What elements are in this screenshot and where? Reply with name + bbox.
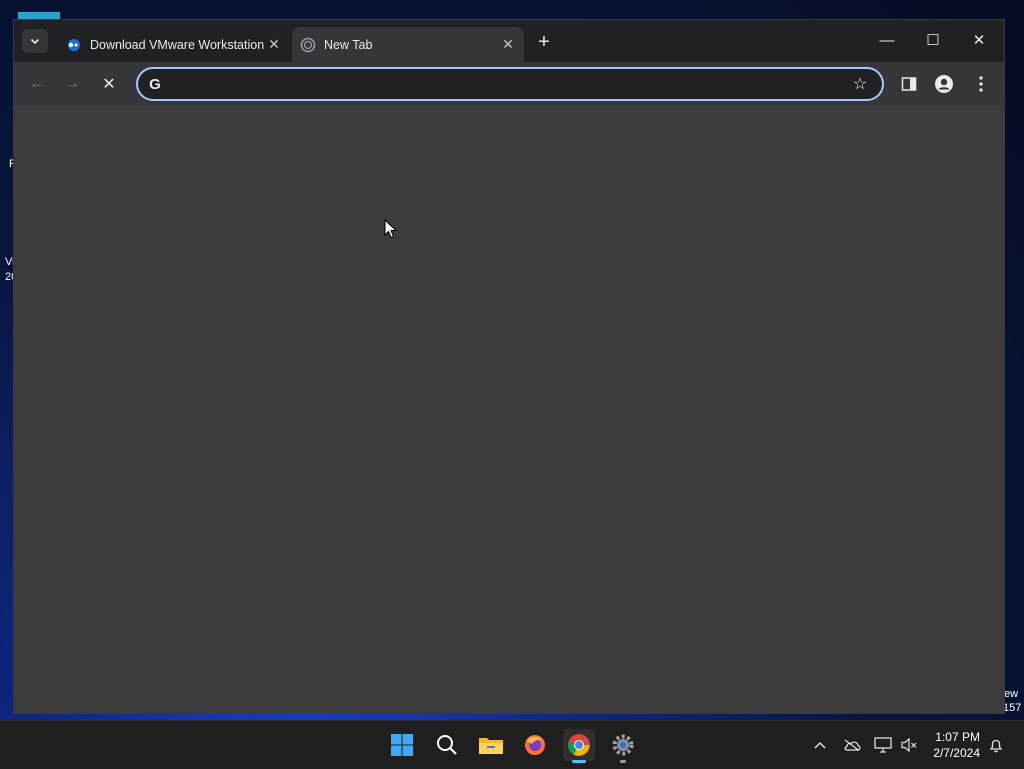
google-icon: G (149, 75, 161, 93)
forward-button[interactable]: → (58, 70, 86, 98)
kebab-menu-icon (979, 76, 983, 92)
vmware-icon (66, 37, 82, 53)
chrome-icon (568, 734, 590, 756)
onedrive-button[interactable] (841, 735, 863, 755)
browser-toolbar: ← → ✕ G ☆ (14, 62, 1004, 106)
firefox-icon (525, 735, 545, 755)
taskbar: 1:07 PM 2/7/2024 (0, 720, 1024, 769)
start-button[interactable] (386, 729, 418, 761)
profile-button[interactable] (930, 70, 958, 98)
firefox-button[interactable] (519, 729, 551, 761)
settings-icon (612, 734, 634, 756)
tab-title: New Tab (324, 37, 373, 52)
search-icon (437, 735, 457, 755)
new-tab-button[interactable]: + (532, 30, 556, 54)
loading-globe-icon (300, 37, 316, 53)
chrome-button[interactable] (563, 729, 595, 763)
back-button[interactable]: ← (23, 70, 51, 98)
menu-button[interactable] (967, 70, 995, 98)
tab-search-button[interactable] (22, 29, 48, 53)
bookmark-star-icon[interactable]: ☆ (850, 74, 870, 94)
active-app-indicator (572, 760, 586, 763)
onedrive-icon (844, 739, 861, 751)
volume-muted-icon (901, 737, 917, 753)
search-button[interactable] (431, 729, 463, 761)
start-icon (391, 734, 413, 756)
tab-close-button[interactable]: ✕ (498, 35, 518, 55)
running-app-indicator (620, 760, 626, 763)
mouse-cursor-icon (384, 219, 398, 239)
settings-button[interactable] (607, 729, 639, 763)
clock-time: 1:07 PM (935, 730, 980, 744)
close-window-button[interactable]: ✕ (956, 24, 1002, 56)
address-bar[interactable]: G ☆ (136, 67, 884, 101)
page-content[interactable] (14, 106, 1004, 713)
side-panel-button[interactable] (895, 70, 923, 98)
stop-loading-button[interactable]: ✕ (95, 70, 123, 98)
tab-new-tab[interactable]: New Tab ✕ (292, 27, 524, 62)
side-panel-icon (901, 77, 917, 91)
tab-vmware[interactable]: Download VMware Workstation ✕ (58, 27, 290, 62)
browser-window: Download VMware Workstation ✕ New Tab ✕ … (14, 20, 1004, 713)
volume-button[interactable] (898, 735, 920, 755)
desktop-label-ew: ew (1004, 688, 1019, 700)
tab-title: Download VMware Workstation (90, 37, 264, 52)
profile-icon (935, 75, 953, 93)
network-button[interactable] (872, 735, 894, 755)
network-icon (874, 737, 892, 753)
desktop-label-157: 157 (1003, 702, 1022, 714)
tab-close-button[interactable]: ✕ (264, 35, 284, 55)
notifications-button[interactable] (985, 735, 1007, 755)
omnibox-input[interactable] (172, 73, 836, 97)
maximize-button[interactable]: ☐ (910, 24, 956, 56)
chevron-up-icon (814, 741, 826, 749)
system-clock[interactable]: 1:07 PM 2/7/2024 (933, 729, 980, 761)
chevron-down-icon (30, 38, 40, 45)
minimize-button[interactable]: — (864, 24, 910, 56)
show-hidden-icons-button[interactable] (809, 735, 831, 755)
file-explorer-button[interactable] (475, 729, 507, 761)
file-explorer-icon (479, 738, 503, 754)
notification-icon (989, 739, 1003, 753)
tab-strip: Download VMware Workstation ✕ New Tab ✕ … (14, 20, 1004, 62)
clock-date: 2/7/2024 (933, 746, 980, 760)
